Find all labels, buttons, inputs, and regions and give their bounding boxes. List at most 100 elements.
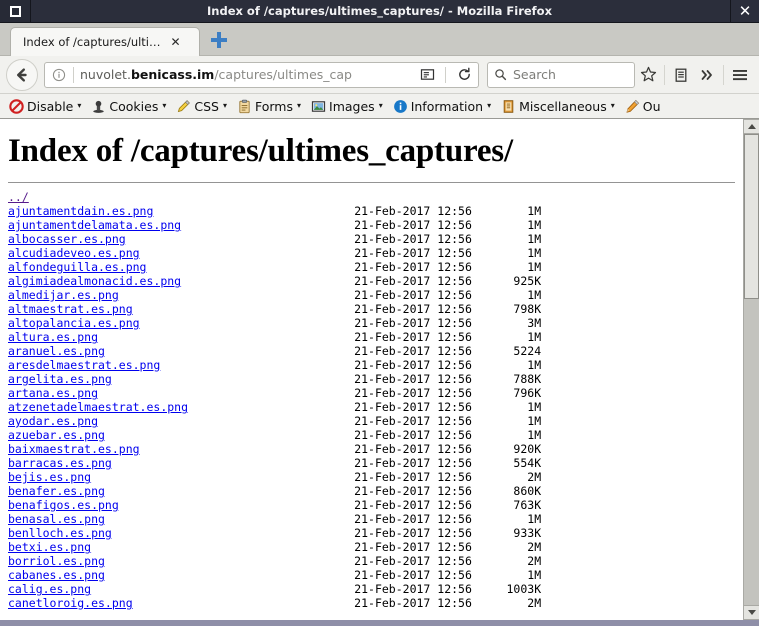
information-icon bbox=[393, 99, 407, 113]
file-link[interactable]: algimiadealmonacid.es.png bbox=[8, 274, 181, 288]
devtool-images-menu[interactable]: Images ▾ bbox=[306, 94, 388, 118]
file-link[interactable]: altmaestrat.es.png bbox=[8, 302, 133, 316]
file-link[interactable]: ayodar.es.png bbox=[8, 414, 98, 428]
chevron-down-icon: ▾ bbox=[487, 101, 492, 110]
title-divider bbox=[8, 182, 735, 183]
file-link[interactable]: azuebar.es.png bbox=[8, 428, 105, 442]
tab-strip: Index of /captures/ulti… ✕ bbox=[0, 23, 759, 56]
search-input[interactable]: Search bbox=[513, 67, 556, 82]
bookmark-star-icon[interactable] bbox=[635, 60, 661, 90]
devtool-outline-menu[interactable]: Ou bbox=[620, 94, 670, 118]
reader-mode-icon[interactable] bbox=[415, 63, 439, 87]
devtool-label: CSS bbox=[194, 98, 219, 114]
firefox-window: Index of /captures/ultimes_captures/ - M… bbox=[0, 0, 759, 626]
file-meta: 21-Feb-2017 12:56 2M bbox=[354, 554, 542, 568]
window-close-button[interactable]: ✕ bbox=[730, 0, 759, 22]
devtool-forms-menu[interactable]: Forms ▾ bbox=[232, 94, 306, 118]
file-meta: 21-Feb-2017 12:56 2M bbox=[354, 596, 542, 610]
file-link[interactable]: borriol.es.png bbox=[8, 554, 105, 568]
file-meta: 21-Feb-2017 12:56 1003K bbox=[354, 582, 542, 596]
devtool-cookies-menu[interactable]: Cookies ▾ bbox=[86, 94, 171, 118]
file-link[interactable]: almedijar.es.png bbox=[8, 288, 119, 302]
file-link[interactable]: atzenetadelmaestrat.es.png bbox=[8, 400, 188, 414]
file-meta: 21-Feb-2017 12:56 860K bbox=[354, 484, 542, 498]
file-link[interactable]: altura.es.png bbox=[8, 330, 98, 344]
devtool-information-menu[interactable]: Information ▾ bbox=[388, 94, 496, 118]
hamburger-menu-button[interactable] bbox=[727, 60, 753, 90]
chevron-down-icon: ▾ bbox=[162, 101, 167, 110]
search-box[interactable]: Search bbox=[487, 61, 635, 88]
back-arrow-icon bbox=[17, 67, 27, 82]
file-link[interactable]: bejis.es.png bbox=[8, 470, 91, 484]
file-meta: 21-Feb-2017 12:56 788K bbox=[354, 372, 542, 386]
file-meta: 21-Feb-2017 12:56 1M bbox=[354, 568, 542, 582]
file-meta: 21-Feb-2017 12:56 1M bbox=[354, 218, 542, 232]
browser-tab[interactable]: Index of /captures/ulti… ✕ bbox=[10, 27, 200, 56]
triangle-up-icon bbox=[747, 124, 756, 129]
file-link[interactable]: alcudiadeveo.es.png bbox=[8, 246, 140, 260]
url-path: /captures/ultimes_cap bbox=[214, 67, 352, 82]
chevron-down-icon: ▾ bbox=[297, 101, 302, 110]
file-meta: 21-Feb-2017 12:56 554K bbox=[354, 456, 542, 470]
file-link[interactable]: aranuel.es.png bbox=[8, 344, 105, 358]
file-meta: 21-Feb-2017 12:56 1M bbox=[354, 330, 542, 344]
vertical-scrollbar[interactable] bbox=[743, 119, 759, 620]
file-link[interactable]: betxi.es.png bbox=[8, 540, 91, 554]
file-meta: 21-Feb-2017 12:56 920K bbox=[354, 442, 542, 456]
file-link[interactable]: barracas.es.png bbox=[8, 456, 112, 470]
file-meta: 21-Feb-2017 12:56 1M bbox=[354, 428, 542, 442]
window-restore-icon[interactable] bbox=[0, 0, 31, 22]
devtool-label: Forms bbox=[254, 98, 293, 114]
file-link[interactable]: baixmaestrat.es.png bbox=[8, 442, 140, 456]
info-circle-icon[interactable] bbox=[51, 67, 67, 83]
file-link[interactable]: albocasser.es.png bbox=[8, 232, 126, 246]
file-link[interactable]: alfondeguilla.es.png bbox=[8, 260, 146, 274]
file-meta: 21-Feb-2017 12:56 1M bbox=[354, 288, 542, 302]
file-link[interactable]: benafer.es.png bbox=[8, 484, 105, 498]
url-bar[interactable]: nuvolet.benicass.im/captures/ultimes_cap bbox=[44, 61, 479, 88]
chevron-down-icon: ▾ bbox=[77, 101, 82, 110]
parent-directory-link[interactable]: ../ bbox=[8, 190, 29, 204]
devtool-label: Information bbox=[410, 98, 484, 114]
file-link[interactable]: ajuntamentdain.es.png bbox=[8, 204, 153, 218]
scroll-up-button[interactable] bbox=[744, 119, 759, 134]
file-link[interactable]: argelita.es.png bbox=[8, 372, 112, 386]
file-meta: 21-Feb-2017 12:56 798K bbox=[354, 302, 542, 316]
overflow-menu-button[interactable] bbox=[694, 60, 720, 90]
library-icon[interactable] bbox=[668, 60, 694, 90]
devtool-disable-menu[interactable]: Disable ▾ bbox=[4, 94, 86, 118]
bottom-status-strip bbox=[0, 620, 759, 626]
reload-button[interactable] bbox=[452, 63, 476, 87]
scrollbar-track[interactable] bbox=[744, 134, 759, 605]
window-title: Index of /captures/ultimes_captures/ - M… bbox=[207, 4, 552, 18]
file-link[interactable]: aresdelmaestrat.es.png bbox=[8, 358, 160, 372]
file-link[interactable]: benasal.es.png bbox=[8, 512, 105, 526]
miscellaneous-icon bbox=[503, 99, 514, 113]
tab-close-icon[interactable]: ✕ bbox=[171, 36, 181, 48]
new-tab-button[interactable] bbox=[206, 27, 232, 53]
tab-label: Index of /captures/ulti… bbox=[23, 35, 161, 49]
file-link[interactable]: cabanes.es.png bbox=[8, 568, 105, 582]
file-link[interactable]: benlloch.es.png bbox=[8, 526, 112, 540]
window-restore-glyph bbox=[9, 5, 21, 17]
images-icon bbox=[311, 100, 326, 112]
file-meta: 21-Feb-2017 12:56 2M bbox=[354, 540, 542, 554]
scroll-down-button[interactable] bbox=[744, 605, 759, 620]
file-link[interactable]: artana.es.png bbox=[8, 386, 98, 400]
scrollbar-thumb[interactable] bbox=[744, 134, 759, 299]
devtool-label: Miscellaneous bbox=[519, 98, 607, 114]
window-titlebar: Index of /captures/ultimes_captures/ - M… bbox=[0, 0, 759, 23]
file-link[interactable]: benafigos.es.png bbox=[8, 498, 119, 512]
page-title: Index of /captures/ultimes_captures/ bbox=[8, 133, 513, 169]
file-meta: 21-Feb-2017 12:56 1M bbox=[354, 204, 542, 218]
file-link[interactable]: canetloroig.es.png bbox=[8, 596, 133, 610]
url-text: nuvolet.benicass.im/captures/ultimes_cap bbox=[80, 67, 415, 82]
outline-icon bbox=[626, 99, 639, 113]
back-button[interactable] bbox=[6, 58, 38, 91]
devtool-css-menu[interactable]: CSS ▾ bbox=[171, 94, 232, 118]
devtool-miscellaneous-menu[interactable]: Miscellaneous ▾ bbox=[496, 94, 620, 118]
file-link[interactable]: ajuntamentdelamata.es.png bbox=[8, 218, 181, 232]
file-link[interactable]: calig.es.png bbox=[8, 582, 91, 596]
toolbar-separator-1 bbox=[664, 64, 665, 85]
file-link[interactable]: altopalancia.es.png bbox=[8, 316, 140, 330]
